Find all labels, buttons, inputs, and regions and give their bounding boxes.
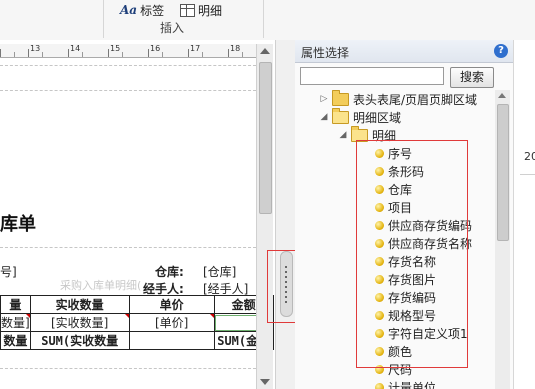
search-button[interactable]: 搜索 bbox=[450, 67, 494, 88]
column-header[interactable]: 量 bbox=[0, 295, 31, 314]
ribbon-separator bbox=[103, 0, 104, 38]
ruler-number: 15 bbox=[110, 44, 121, 53]
collapse-arrow-icon[interactable]: ◢ bbox=[320, 112, 328, 122]
tree-vertical-scrollbar[interactable] bbox=[495, 90, 510, 389]
ruler-number: 16 bbox=[150, 44, 161, 53]
open-folder-icon bbox=[332, 107, 349, 124]
adjacent-window-edge: 20 bbox=[513, 40, 535, 389]
band-guide-line bbox=[0, 368, 256, 369]
report-title[interactable]: 库单 bbox=[0, 210, 36, 236]
field-dot-icon bbox=[375, 382, 384, 389]
help-icon[interactable]: ? bbox=[494, 44, 508, 58]
search-input[interactable] bbox=[300, 67, 444, 85]
report-design-canvas[interactable]: 13 14 15 16 17 18 库单 号] 仓库: [仓库] 采购入库单明细… bbox=[0, 40, 275, 389]
scroll-up-icon[interactable] bbox=[260, 48, 270, 54]
ribbon-toolbar: Aa 标签 明细 插入 bbox=[0, 0, 535, 41]
panel-header: 属性选择 ? bbox=[295, 40, 513, 63]
column-header[interactable]: 单价 bbox=[128, 295, 215, 314]
ruler-number: 14 bbox=[70, 44, 81, 53]
band-guide-line bbox=[0, 90, 256, 91]
tree-node-label: 明细区域 bbox=[353, 110, 402, 125]
highlight-box-splitter bbox=[267, 250, 297, 323]
ruler-number: 18 bbox=[230, 44, 241, 53]
insert-label-button[interactable]: Aa 标签 bbox=[120, 2, 164, 18]
ruler-number: 13 bbox=[30, 44, 41, 53]
scroll-thumb[interactable] bbox=[259, 62, 272, 214]
folder-icon bbox=[332, 90, 349, 106]
tree-node-label: 表头表尾/页眉页脚区域 bbox=[353, 92, 478, 107]
expand-arrow-icon[interactable]: ▷ bbox=[320, 94, 328, 104]
scroll-thumb[interactable] bbox=[497, 104, 509, 241]
horizontal-ruler: 13 14 15 16 17 18 bbox=[0, 44, 256, 58]
warehouse-field[interactable]: [仓库] bbox=[203, 263, 236, 280]
band-guide-line bbox=[0, 247, 256, 248]
ribbon-separator bbox=[263, 0, 264, 38]
label-icon: Aa bbox=[120, 3, 138, 17]
panel-title: 属性选择 bbox=[301, 46, 350, 60]
table-cell[interactable]: [实收数量] bbox=[29, 313, 130, 332]
tree-field-label: 计量单位 bbox=[388, 380, 437, 389]
order-number-field[interactable]: 号] bbox=[0, 263, 17, 280]
collapse-arrow-icon[interactable]: ◢ bbox=[339, 130, 347, 140]
ribbon-group-label: 插入 bbox=[159, 21, 184, 35]
tree-node-detail-area[interactable]: ◢ 明细区域 bbox=[320, 107, 402, 126]
insert-label-text: 标签 bbox=[140, 3, 165, 18]
table-cell[interactable]: 数量] bbox=[0, 313, 31, 332]
sum-cell[interactable] bbox=[128, 331, 215, 350]
tree-field-item[interactable]: 计量单位 bbox=[375, 378, 436, 389]
scroll-down-icon[interactable] bbox=[260, 379, 270, 385]
sum-cell[interactable]: SUM(实收数量 bbox=[29, 331, 130, 350]
clipped-text: 20 bbox=[524, 150, 535, 163]
band-guide-line bbox=[0, 65, 256, 66]
sum-cell[interactable]: 数量 bbox=[0, 331, 31, 350]
warehouse-label[interactable]: 仓库: bbox=[155, 263, 184, 280]
detail-band-watermark: 采购入库单明细( bbox=[60, 279, 142, 292]
highlight-box-fields bbox=[356, 140, 468, 368]
scroll-up-icon[interactable] bbox=[498, 93, 506, 98]
table-icon bbox=[180, 3, 195, 17]
canvas-vertical-scrollbar[interactable] bbox=[256, 44, 273, 389]
table-cell[interactable]: [单价] bbox=[128, 313, 215, 332]
ruler-number: 17 bbox=[190, 44, 201, 53]
tree-node-header-footer[interactable]: ▷ 表头表尾/页眉页脚区域 bbox=[320, 90, 477, 108]
insert-detail-text: 明细 bbox=[198, 3, 223, 18]
column-header[interactable]: 实收数量 bbox=[29, 295, 130, 314]
detail-table[interactable]: 量 实收数量 单价 金额 数量] [实收数量] [单价] [金 数量 SUM(实… bbox=[0, 295, 274, 350]
divider bbox=[520, 174, 535, 175]
insert-detail-button[interactable]: 明细 bbox=[180, 2, 222, 18]
